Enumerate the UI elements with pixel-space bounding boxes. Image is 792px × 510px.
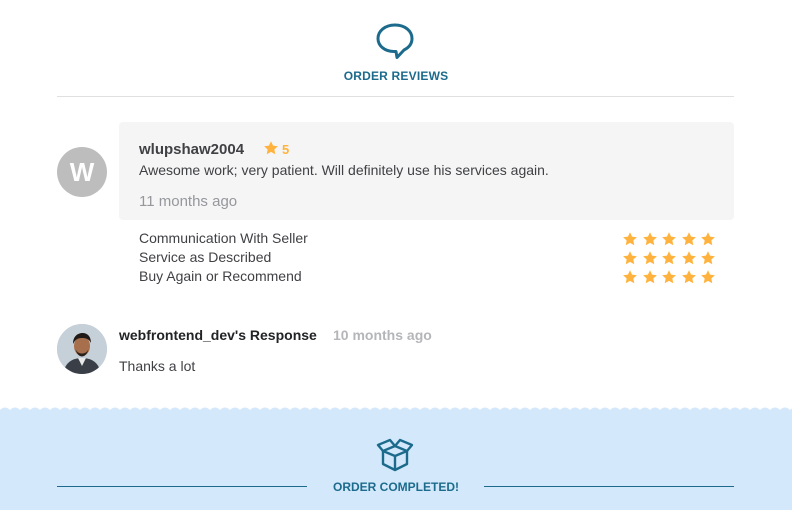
order-reviews-header: ORDER REVIEWS (0, 0, 792, 97)
rating-breakdown: Communication With Seller Service as Des… (139, 230, 717, 287)
criteria-row: Buy Again or Recommend (139, 268, 717, 287)
criteria-stars (622, 231, 717, 247)
open-box-icon (376, 438, 414, 472)
star-icon (623, 270, 637, 284)
header-divider (57, 96, 734, 97)
star-icon (642, 251, 657, 265)
star-icon (701, 232, 715, 246)
star-icon (701, 251, 715, 265)
star-icon (662, 232, 676, 246)
chat-bubble-icon (376, 23, 414, 59)
star-icon (662, 251, 676, 265)
reviewer-avatar[interactable]: W (57, 147, 107, 197)
criteria-stars (622, 269, 717, 285)
star-icon (662, 270, 676, 284)
completed-divider-right (484, 486, 734, 487)
order-completed-title: ORDER COMPLETED! (333, 480, 459, 494)
star-icon (642, 232, 657, 246)
reviewer-name[interactable]: wlupshaw2004 (139, 141, 244, 158)
review-time: 11 months ago (139, 193, 238, 210)
star-icon (623, 251, 637, 265)
star-icon (681, 232, 696, 246)
star-icon (623, 232, 637, 246)
review-card: wlupshaw2004 5 Awesome work; very patien… (119, 122, 734, 220)
criteria-row: Communication With Seller (139, 230, 717, 249)
star-icon (681, 251, 696, 265)
criteria-row: Service as Described (139, 249, 717, 268)
star-icon (642, 270, 657, 284)
response-author[interactable]: webfrontend_dev's Response (119, 327, 317, 343)
criteria-label: Buy Again or Recommend (139, 268, 302, 284)
response-time: 10 months ago (333, 327, 432, 343)
criteria-stars (622, 250, 717, 266)
review-text: Awesome work; very patient. Will definit… (139, 162, 549, 178)
criteria-label: Service as Described (139, 249, 272, 265)
star-icon (701, 270, 715, 284)
seller-avatar[interactable] (57, 324, 107, 374)
star-icon (681, 270, 696, 284)
response-text: Thanks a lot (119, 358, 196, 374)
criteria-label: Communication With Seller (139, 230, 308, 246)
star-icon (264, 141, 278, 155)
rating-value: 5 (282, 142, 290, 157)
order-completed-banner: ORDER COMPLETED! (0, 404, 792, 510)
seller-photo (57, 324, 107, 374)
order-reviews-title: ORDER REVIEWS (343, 69, 449, 83)
